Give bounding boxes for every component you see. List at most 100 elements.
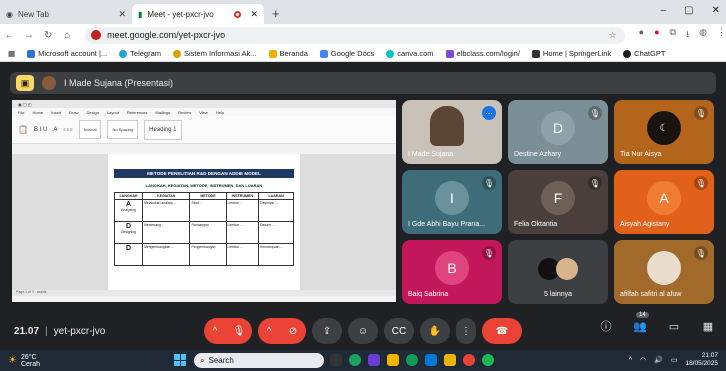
- profile-avatar-icon[interactable]: ◍: [699, 27, 707, 43]
- download-icon[interactable]: ⭳: [686, 27, 689, 43]
- bookmark-item[interactable]: elbclass.com/login/: [445, 49, 520, 58]
- captions-button[interactable]: CC: [384, 318, 414, 344]
- bookmark-item[interactable]: ChatGPT: [623, 49, 665, 58]
- edge-icon[interactable]: [406, 354, 418, 366]
- weather-text: Cerah: [20, 360, 41, 368]
- more-options-icon[interactable]: ⋯: [482, 106, 496, 120]
- copilot-icon[interactable]: [368, 354, 380, 366]
- minimize-button[interactable]: –: [661, 5, 667, 16]
- people-button[interactable]: 👥 14: [632, 311, 649, 333]
- volume-icon[interactable]: 🔊: [654, 356, 663, 364]
- tab-meet[interactable]: ▮ Meet - yet-pxcr-jvo ✕: [132, 4, 264, 24]
- file-explorer-icon[interactable]: [387, 354, 399, 366]
- more-options-button[interactable]: ⋮: [456, 318, 476, 344]
- doc-table-header: INSTRUMEN: [225, 192, 260, 200]
- participant-name: I Gde Abhi Bayu Prana...: [408, 221, 486, 228]
- extension-icon[interactable]: ●: [639, 27, 644, 43]
- taskbar-clock[interactable]: 21:07 18/05/2025: [685, 352, 718, 368]
- mic-muted-icon: 🎙: [694, 106, 708, 120]
- participant-tile[interactable]: A 🎙 Aisyah Agistany: [614, 170, 714, 234]
- participant-tile[interactable]: ⋯ I Made Sujana: [402, 100, 502, 164]
- home-icon[interactable]: ⌂: [58, 30, 77, 41]
- avatar: F: [541, 181, 575, 216]
- beranda-icon: [268, 49, 277, 58]
- pinterest-icon[interactable]: ●: [654, 27, 659, 43]
- activities-button[interactable]: ▦: [700, 320, 716, 333]
- table-row: D Designing Merancang ... Rancangan Lemba…: [113, 221, 294, 244]
- others-tile[interactable]: 5 lainnya: [508, 240, 608, 304]
- present-icon[interactable]: ▣: [16, 75, 34, 91]
- browser-tab-strip: ◉ New Tab ✕ ▮ Meet - yet-pxcr-jvo ✕ + – …: [0, 0, 726, 24]
- info-button[interactable]: ⓘ: [598, 318, 614, 334]
- mic-off-button[interactable]: 🎙: [226, 318, 252, 344]
- close-tab-icon[interactable]: ✕: [118, 9, 126, 20]
- bookmark-item[interactable]: Home | SpringerLink: [531, 49, 611, 58]
- participant-name: Destine Azhary: [514, 151, 562, 158]
- camera-off-button[interactable]: ⊘: [280, 318, 306, 344]
- weather-widget[interactable]: ☀ 26°C Cerah: [8, 354, 40, 368]
- participant-tile[interactable]: B 🎙 Baiq Sabrina: [402, 240, 502, 304]
- task-view-icon[interactable]: [330, 354, 342, 366]
- bookmarks-bar: ▦ Microsoft account |... Telegram Sistem…: [0, 46, 726, 62]
- tab-label: New Tab: [17, 9, 49, 19]
- meet-stage: ▣ I Made Sujana (Presentasi) ▣ ▢ ◰ File H…: [0, 62, 726, 350]
- bookmark-item[interactable]: canva.com: [386, 49, 434, 58]
- maximize-button[interactable]: ▢: [684, 5, 693, 16]
- bookmark-label: Google Docs: [330, 49, 375, 58]
- chrome-icon[interactable]: [463, 354, 475, 366]
- bookmark-item[interactable]: Google Docs: [319, 49, 375, 58]
- participant-tile[interactable]: D 🎙 Destine Azhary: [508, 100, 608, 164]
- participant-tile[interactable]: 🎙 afilfah safitri al afuw: [614, 240, 714, 304]
- bookmark-star-icon[interactable]: ☆: [609, 30, 617, 41]
- forward-icon[interactable]: →: [19, 30, 38, 41]
- meet-favicon-icon: ▮: [138, 9, 143, 19]
- tab-new-tab[interactable]: ◉ New Tab ✕: [0, 4, 132, 24]
- participant-name: I Made Sujana: [408, 151, 454, 158]
- reload-icon[interactable]: ↻: [39, 30, 58, 41]
- table-cell: Pengembangan: [189, 243, 227, 266]
- present-screen-button[interactable]: ⇪: [312, 318, 342, 344]
- store-icon[interactable]: [425, 354, 437, 366]
- mic-options-button[interactable]: ^: [204, 318, 226, 344]
- apps-grid-icon[interactable]: ▦: [8, 49, 15, 58]
- participant-name: Felia Oktantia: [514, 221, 558, 228]
- emoji-button[interactable]: ☺: [348, 318, 378, 344]
- participant-tile[interactable]: ☾ 🎙 Tia Nur Aisya: [614, 100, 714, 164]
- avatar: A: [647, 181, 681, 216]
- taskbar-search[interactable]: ⌕ Search: [194, 353, 324, 368]
- wifi-icon[interactable]: ◠: [640, 356, 646, 364]
- new-tab-button[interactable]: +: [264, 6, 288, 24]
- raise-hand-button[interactable]: ✋: [420, 318, 450, 344]
- doc-table-header: LANGKAH: [113, 192, 144, 200]
- chat-button[interactable]: ▭: [666, 320, 682, 333]
- clock-date: 18/05/2025: [685, 360, 718, 367]
- close-window-button[interactable]: ✕: [712, 5, 720, 16]
- site-info-icon[interactable]: [91, 30, 102, 40]
- battery-icon[interactable]: ▭: [671, 356, 678, 364]
- bookmark-item[interactable]: Microsoft account |...: [27, 49, 107, 58]
- table-cell: Desain ...: [258, 221, 294, 244]
- mic-muted-icon: 🎙: [694, 176, 708, 190]
- back-icon[interactable]: ←: [0, 30, 19, 41]
- participants-badge: 14: [636, 311, 649, 318]
- leave-call-button[interactable]: ☎: [482, 318, 522, 344]
- start-button[interactable]: [174, 354, 186, 366]
- menu-icon[interactable]: ⋮: [717, 27, 726, 43]
- bookmark-item[interactable]: Beranda: [268, 49, 308, 58]
- bookmark-item[interactable]: Telegram: [119, 49, 161, 58]
- puzzle-icon[interactable]: ⧉: [670, 27, 676, 43]
- show-hidden-icons[interactable]: ^: [629, 357, 632, 364]
- notes-icon[interactable]: [444, 354, 456, 366]
- bookmark-label: canva.com: [397, 49, 434, 58]
- bookmark-item[interactable]: Sistem Informasi Ak...: [173, 49, 257, 58]
- url-field[interactable]: meet.google.com/yet-pxcr-jvo ☆: [85, 26, 625, 44]
- close-tab-icon[interactable]: ✕: [250, 9, 258, 20]
- chat-app-icon[interactable]: [349, 354, 361, 366]
- temperature: 26°C: [20, 353, 37, 361]
- spotify-icon[interactable]: [482, 354, 494, 366]
- participant-tile[interactable]: F 🎙 Felia Oktantia: [508, 170, 608, 234]
- participant-tile[interactable]: I 🎙 I Gde Abhi Bayu Prana...: [402, 170, 502, 234]
- camera-options-button[interactable]: ^: [258, 318, 280, 344]
- doc-table: LANGKAH KEGIATAN METODE INSTRUMEN LUARAN…: [113, 192, 294, 266]
- word-status-bar: Page 1 of 1 · words: [12, 290, 396, 296]
